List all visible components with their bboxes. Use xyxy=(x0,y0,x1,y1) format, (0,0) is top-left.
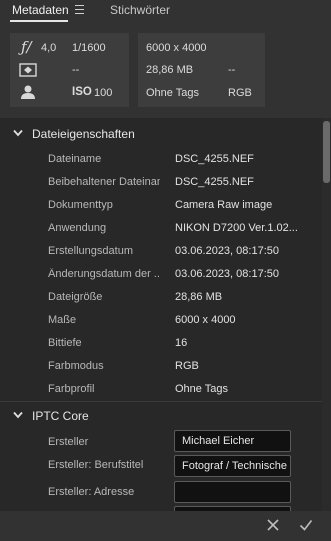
tab-metadaten[interactable]: Metadaten xyxy=(12,3,69,17)
active-tab-indicator xyxy=(10,20,68,22)
ersteller-input[interactable]: Michael Eicher xyxy=(174,430,291,452)
color-profile-value: Ohne Tags xyxy=(146,87,200,99)
metering-value: -- xyxy=(72,64,80,76)
camera-summary-box: ƒ/ 4,0 1/1600 -- ISO 100 xyxy=(10,33,129,107)
tab-bar: Metadaten Stichwörter xyxy=(0,0,331,24)
row-value-farbmodus: RGB xyxy=(175,360,199,372)
color-mode-value: RGB xyxy=(228,87,252,99)
resolution-value: -- xyxy=(228,64,236,76)
row-label-dateiname: Dateiname xyxy=(48,153,102,165)
row-label-bittiefe: Bittiefe xyxy=(48,337,82,349)
row-value-dateiname: DSC_4255.NEF xyxy=(175,153,254,165)
ersteller-berufstitel-input[interactable]: Fotograf / Technische xyxy=(174,455,291,477)
row-label-aenderungsdatum: Änderungsdatum der ... xyxy=(48,268,160,280)
row-label-erstellungsdatum: Erstellungsdatum xyxy=(48,245,133,257)
row-label-farbmodus: Farbmodus xyxy=(48,360,104,372)
footer-bar xyxy=(0,511,331,541)
row-label-ersteller: Ersteller xyxy=(48,436,89,448)
row-label-dateigroesse: Dateigröße xyxy=(48,291,103,303)
shutter-speed-value: 1/1600 xyxy=(72,42,106,54)
row-label-masse: Maße xyxy=(48,314,77,326)
row-value-anwendung: NIKON D7200 Ver.1.02... xyxy=(175,222,298,234)
row-label-farbprofil: Farbprofil xyxy=(48,383,95,395)
section-title: IPTC Core xyxy=(32,409,89,423)
person-icon xyxy=(21,85,35,99)
tab-stichwoerter[interactable]: Stichwörter xyxy=(110,3,170,17)
aperture-value: 4,0 xyxy=(41,42,57,54)
row-value-beibehaltener-dateiname: DSC_4255.NEF xyxy=(175,176,254,188)
row-label-ersteller-berufstitel: Ersteller: Berufstitel xyxy=(48,459,144,471)
dimensions-value: 6000 x 4000 xyxy=(146,42,207,54)
section-header-dateieigenschaften[interactable]: Dateieigenschaften xyxy=(0,120,322,148)
ersteller-adresse-input[interactable] xyxy=(174,481,291,503)
row-value-dateigroesse: 28,86 MB xyxy=(175,291,223,303)
iso-label: ISO xyxy=(72,86,92,98)
section-header-iptc-core[interactable]: IPTC Core xyxy=(0,402,322,430)
chevron-down-icon xyxy=(13,129,23,137)
scrollbar-thumb[interactable] xyxy=(323,121,330,183)
section-title: Dateieigenschaften xyxy=(32,127,135,141)
chevron-down-icon xyxy=(13,411,23,419)
checkmark-icon[interactable] xyxy=(298,517,314,533)
iso-value: 100 xyxy=(94,87,113,99)
row-label-dokumenttyp: Dokumenttyp xyxy=(48,199,113,211)
metering-mode-icon xyxy=(19,63,37,77)
file-summary-box: 6000 x 4000 28,86 MB -- Ohne Tags RGB xyxy=(138,33,265,107)
close-icon[interactable] xyxy=(265,517,281,533)
row-value-farbprofil: Ohne Tags xyxy=(175,383,229,395)
row-label-beibehaltener-dateiname: Beibehaltener Dateiname xyxy=(48,176,160,188)
row-label-anwendung: Anwendung xyxy=(48,222,107,234)
row-value-dokumenttyp: Camera Raw image xyxy=(175,199,273,211)
row-value-bittiefe: 16 xyxy=(175,337,188,349)
row-value-aenderungsdatum: 03.06.2023, 08:17:50 xyxy=(175,268,279,280)
row-value-masse: 6000 x 4000 xyxy=(175,314,236,326)
metadata-panel: Dateieigenschaften Dateiname DSC_4255.NE… xyxy=(0,118,331,511)
row-label-ersteller-adresse: Ersteller: Adresse xyxy=(48,486,135,498)
aperture-icon: ƒ/ xyxy=(21,38,32,56)
hamburger-menu-icon[interactable] xyxy=(75,5,84,14)
row-value-erstellungsdatum: 03.06.2023, 08:17:50 xyxy=(175,245,279,257)
file-size-value: 28,86 MB xyxy=(146,64,194,76)
